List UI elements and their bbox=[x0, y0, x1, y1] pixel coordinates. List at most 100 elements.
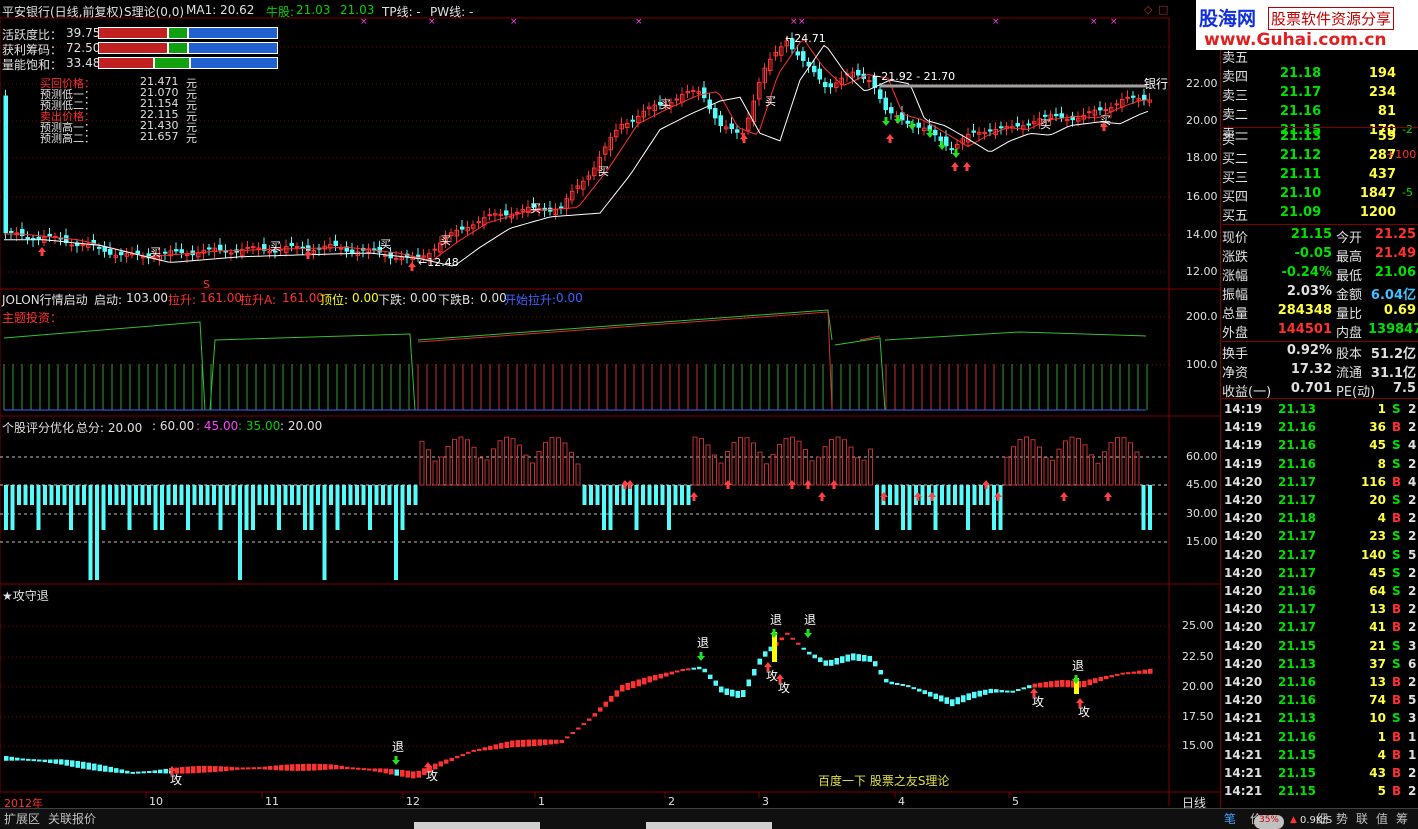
indicator-bar-segment bbox=[168, 27, 188, 39]
attack-bar bbox=[900, 683, 905, 686]
attack-bar bbox=[328, 764, 333, 770]
candle-body bbox=[949, 148, 954, 151]
attack-bar bbox=[680, 668, 685, 671]
buy-marker: 买 bbox=[598, 165, 609, 178]
candle-body bbox=[883, 97, 888, 111]
tick-row: 14:20 21.17 140 S 5 bbox=[1222, 547, 1418, 565]
attack-bar bbox=[499, 743, 504, 749]
side-tab[interactable]: 筹 bbox=[1396, 810, 1408, 827]
score-bar-cyan bbox=[1141, 485, 1146, 530]
attack-bar bbox=[818, 657, 823, 663]
score-bar-red bbox=[764, 463, 769, 486]
attack-bar bbox=[752, 668, 757, 676]
attack-bar bbox=[268, 766, 273, 770]
attack-bar bbox=[246, 767, 251, 770]
bid-row[interactable]: 买三 21.11 437 bbox=[1222, 166, 1418, 186]
ask-row[interactable]: 卖四 21.18 194 bbox=[1222, 65, 1418, 85]
attack-bar bbox=[466, 751, 471, 754]
side-tab[interactable]: 势 bbox=[1336, 810, 1348, 827]
attack-bar bbox=[438, 761, 443, 767]
tick-time: 14:20 bbox=[1224, 693, 1263, 708]
score-bar-cyan bbox=[49, 485, 54, 505]
attack-bar bbox=[207, 765, 212, 773]
score-bar-red bbox=[1011, 446, 1016, 486]
side-tab[interactable]: 笔 bbox=[1224, 810, 1236, 827]
score-bar-cyan bbox=[101, 485, 106, 530]
attack-bar bbox=[295, 764, 300, 771]
divider bbox=[1222, 224, 1418, 225]
candle-body bbox=[1125, 96, 1130, 99]
y-tick-label: 17.50 bbox=[1182, 710, 1214, 723]
tick-row: 14:20 21.16 64 S 2 bbox=[1222, 583, 1418, 601]
candle-body bbox=[97, 246, 102, 249]
attack-bar bbox=[339, 765, 344, 770]
attack-bar bbox=[185, 766, 190, 774]
ask-row[interactable]: 卖三 21.17 234 bbox=[1222, 84, 1418, 104]
bid-row[interactable]: 买五 21.09 1200 bbox=[1222, 204, 1418, 224]
candle-body bbox=[559, 206, 564, 209]
tick-volume: 1 bbox=[1377, 729, 1386, 744]
score-bar-cyan bbox=[225, 485, 229, 505]
attack-bar bbox=[213, 766, 218, 772]
attack-bar bbox=[867, 655, 872, 662]
buy-marker: 买 bbox=[270, 240, 281, 253]
score-bar-cyan bbox=[641, 485, 645, 505]
attack-bar bbox=[807, 651, 812, 655]
candle-body bbox=[823, 81, 828, 87]
ask-label: 卖四 bbox=[1222, 70, 1249, 85]
niugu-value2: 21.03 bbox=[340, 3, 375, 17]
tick-volume: 1 bbox=[1377, 402, 1386, 416]
score-bar-red bbox=[484, 459, 490, 486]
bid-row[interactable]: 买二 21.12 287 +100 bbox=[1222, 147, 1418, 167]
tick-price: 21.15 bbox=[1278, 766, 1316, 780]
score-bar-cyan bbox=[407, 485, 411, 505]
tick-side: S bbox=[1392, 438, 1401, 453]
tab-related-quotes[interactable]: 关联报价 bbox=[48, 810, 96, 829]
attack-bar bbox=[394, 769, 399, 776]
brand-banner[interactable]: 股海网 股票软件资源分享 www.Guhai.com.cn bbox=[1196, 0, 1418, 50]
attack-bar bbox=[614, 690, 619, 697]
score-bar-cyan bbox=[290, 485, 294, 505]
stat-value: 144501 bbox=[1277, 322, 1332, 337]
ask-row[interactable]: 卖五 bbox=[1222, 46, 1418, 66]
buy-marker: 买 bbox=[765, 95, 776, 108]
close-icon[interactable]: □ bbox=[1158, 3, 1168, 16]
attack-bar bbox=[1148, 668, 1153, 674]
attack-bar bbox=[411, 771, 416, 779]
buy-marker: 买 bbox=[440, 234, 451, 247]
tick-row: 14:19 21.16 45 S 4 bbox=[1222, 437, 1418, 455]
score-bar-red bbox=[1108, 442, 1114, 486]
candle-body bbox=[713, 108, 718, 119]
attack-bar bbox=[988, 688, 993, 694]
attack-bar bbox=[202, 765, 207, 773]
attack-bar bbox=[521, 739, 526, 747]
candle-body bbox=[795, 51, 800, 56]
score-bar-cyan bbox=[277, 485, 281, 530]
attack-bar bbox=[829, 659, 834, 666]
tab-extension-area[interactable]: 扩展区 bbox=[4, 810, 40, 829]
side-tab[interactable]: 值 bbox=[1376, 810, 1388, 827]
diamond-icon[interactable]: ◇ bbox=[1144, 3, 1152, 16]
score-bar-red bbox=[465, 439, 470, 486]
candle-body bbox=[339, 247, 344, 250]
candle-body bbox=[383, 254, 388, 257]
bid-row[interactable]: 买一 21.13 59 bbox=[1222, 128, 1418, 148]
ask-price: 21.18 bbox=[1280, 66, 1322, 81]
stat-value: 0.701 bbox=[1290, 381, 1332, 396]
scrollbar-right[interactable] bbox=[646, 822, 772, 829]
attack-bar bbox=[416, 770, 421, 778]
side-tab[interactable]: 联 bbox=[1356, 810, 1368, 827]
tick-time: 14:21 bbox=[1224, 711, 1263, 726]
tick-side: S bbox=[1392, 638, 1401, 653]
ask-row[interactable]: 卖二 21.16 81 bbox=[1222, 103, 1418, 123]
score-bar-cyan bbox=[342, 485, 346, 505]
candle-body bbox=[729, 123, 734, 130]
forecast-unit: 元 bbox=[186, 132, 197, 145]
tick-side: S bbox=[1392, 565, 1401, 580]
attack-bar bbox=[587, 718, 592, 721]
score-bar-cyan bbox=[264, 485, 268, 505]
scrollbar-left[interactable] bbox=[414, 822, 540, 829]
bid-row[interactable]: 买四 21.10 1847 -5 bbox=[1222, 185, 1418, 205]
tick-row: 14:20 21.13 37 S 6 bbox=[1222, 656, 1418, 674]
tick-row: 14:20 21.17 20 S 2 bbox=[1222, 492, 1418, 510]
